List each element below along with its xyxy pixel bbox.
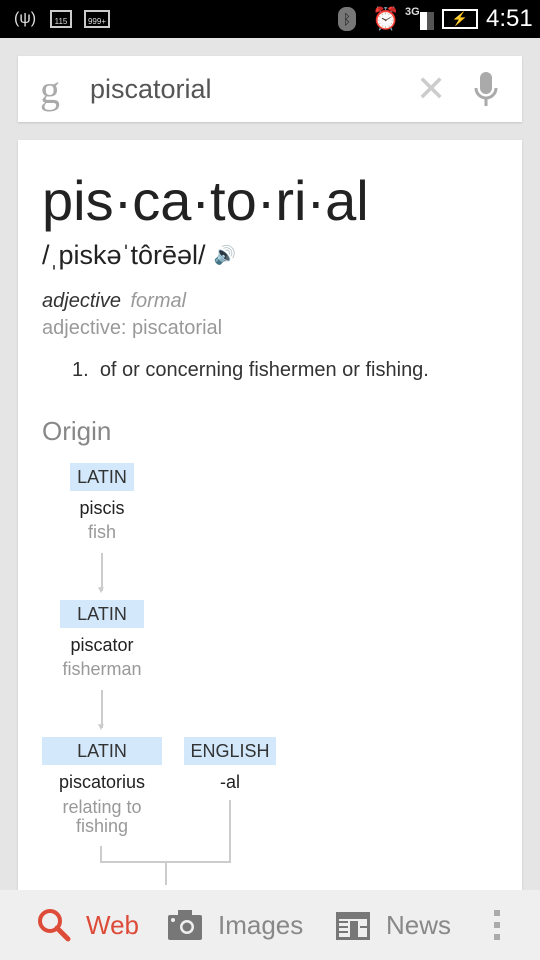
arrow-down-icon: ▼ (96, 585, 106, 596)
google-logo-icon: g (40, 67, 60, 112)
language-tag: LATIN (60, 600, 144, 628)
register-label: formal (130, 290, 187, 312)
pronunciation: /ˌpiskəˈtôrēəl/ (42, 240, 206, 270)
connector-line (229, 800, 231, 863)
tab-label: Images (218, 909, 304, 940)
language-tag: LATIN (42, 737, 162, 765)
search-icon (38, 909, 71, 942)
sense-text: of or concerning fishermen or fishing. (99, 359, 429, 381)
origin-word: -al (219, 772, 240, 792)
origin-gloss: relating to (62, 797, 142, 817)
origin-word: piscatorius (58, 772, 146, 792)
network-type: 3G (405, 6, 420, 18)
mail-count: 115 (54, 17, 68, 26)
microphone-icon[interactable] (473, 72, 499, 113)
part-of-speech: adjective (42, 290, 121, 312)
alarm-icon: ⏰ (372, 6, 400, 31)
signal-icon: 3G (405, 0, 434, 38)
origin-gloss: fisherman (62, 659, 142, 679)
newspaper-icon (336, 912, 370, 940)
search-bar: g piscatorial ✕ (18, 56, 522, 122)
bottom-nav: Web Images News (0, 890, 540, 960)
form-line: adjective: piscatorial (42, 317, 223, 339)
sense-number: 1. (72, 359, 89, 381)
overflow-menu-icon[interactable] (493, 890, 501, 960)
origin-word: piscator (70, 635, 134, 655)
origin-word: piscis (79, 498, 125, 518)
clear-icon[interactable]: ✕ (416, 68, 446, 110)
wireless-icon: (ψ) (14, 10, 37, 27)
headword: pis·ca·to·ri·al (42, 169, 369, 232)
camera-icon (168, 910, 202, 940)
origin-gloss: fish (87, 522, 116, 542)
arrow-line (165, 863, 167, 885)
tab-label: News (386, 909, 452, 940)
sense-1: 1. of or concerning fishermen or fishing… (72, 359, 429, 382)
clock: 4:51 (486, 5, 533, 32)
arrow-down-icon: ▼ (96, 722, 106, 733)
tab-news[interactable]: News (336, 890, 451, 960)
origin-gloss: fishing (75, 816, 129, 836)
speaker-icon[interactable]: 🔊 (214, 245, 236, 266)
tab-images[interactable]: Images (168, 890, 303, 960)
mail-icon: 115 (50, 10, 72, 28)
tab-web[interactable]: Web (36, 890, 139, 960)
status-bar: (ψ) 115 999+ ᛒ ⏰ 3G ⚡ 4:51 (0, 0, 540, 38)
mail-icon: 999+ (84, 10, 110, 28)
bluetooth-icon: ᛒ (338, 7, 356, 31)
battery-charging-icon: ⚡ (442, 9, 478, 29)
tab-label: Web (86, 909, 139, 940)
origin-title: Origin (42, 416, 112, 446)
language-tag: ENGLISH (184, 737, 276, 765)
search-input[interactable]: piscatorial (90, 74, 212, 105)
mail-count: 999+ (87, 17, 107, 26)
language-tag: LATIN (70, 463, 134, 491)
